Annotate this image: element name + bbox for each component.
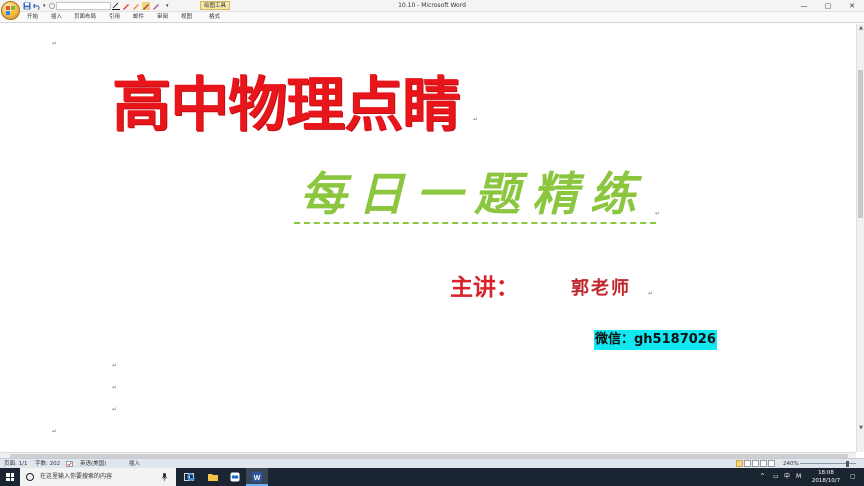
outline-view-icon[interactable] [760,460,767,467]
tab-review[interactable]: 审阅 [157,12,168,23]
app-icon [230,472,240,482]
taskbar-clock[interactable]: 18:08 2018/10/7 [806,469,846,485]
vertical-scroll-thumb[interactable] [858,70,863,218]
subtitle-underline [294,222,656,224]
close-button[interactable]: ✕ [840,0,864,12]
zoom-slider-thumb[interactable] [846,461,849,467]
subtitle-art-text[interactable]: 每日一题精练 [300,168,648,220]
pen-red-icon[interactable] [122,2,130,10]
paragraph-mark: ↵ [112,406,118,413]
pen-orange-icon[interactable] [132,2,140,10]
search-placeholder: 在这里输入你要搜索的内容 [40,473,113,480]
proofing-icon[interactable] [66,461,73,467]
line-color-icon[interactable] [112,2,120,10]
font-controls [56,1,111,10]
undo-dropdown-arrow[interactable]: ▾ [43,3,46,9]
title-bar: 10.10 - Microsoft Word ▾ ▾ 绘图工具 — ▢ ✕ [0,0,864,12]
view-buttons [736,460,775,468]
word-icon: W [252,472,262,482]
undo-icon[interactable] [33,2,41,10]
redo-icon[interactable] [48,2,56,10]
drawing-quick-tools: ▾ [112,1,169,10]
font-name-box[interactable] [56,1,111,10]
draft-view-icon[interactable] [768,460,775,467]
paragraph-mark: ↵ [648,290,654,297]
tray-mail-icon[interactable]: M [796,468,801,486]
tab-insert[interactable]: 插入 [51,12,62,23]
notification-center-icon[interactable]: ▢ [850,468,864,486]
pen-purple-icon[interactable] [152,2,160,10]
paragraph-mark: ↵ [655,210,661,217]
svg-text:W: W [254,475,261,482]
folder-icon [208,474,218,481]
edge-icon [187,473,195,481]
taskbar-word[interactable]: W [246,468,268,486]
minimize-button[interactable]: — [792,0,816,12]
lecturer-label[interactable]: 主讲： [450,275,519,301]
paragraph-mark: ↵ [52,40,58,47]
tab-page-layout[interactable]: 页面布局 [74,12,96,23]
office-logo-icon [6,6,15,15]
taskbar-file-explorer[interactable] [202,468,224,486]
paragraph-mark: ↵ [112,362,118,369]
drawing-tools-context-tab[interactable]: 绘图工具 [200,1,231,10]
main-title[interactable]: 高中物理点睛 [112,72,461,138]
tray-chevron-icon[interactable]: ^ [760,468,765,486]
tray-network-icon[interactable]: ▭ [773,468,779,486]
scroll-up-icon[interactable]: ▲ [857,24,864,32]
scroll-down-icon[interactable]: ▼ [857,424,864,432]
clock-time: 18:08 [818,470,834,476]
tray-ime[interactable]: 中 [784,468,790,486]
office-button[interactable] [1,1,20,20]
print-layout-view-icon[interactable] [736,460,743,467]
taskbar-app[interactable] [224,468,246,486]
tab-mailings[interactable]: 邮件 [133,12,144,23]
tab-format[interactable]: 格式 [209,12,220,23]
full-screen-view-icon[interactable] [744,460,751,467]
paragraph-mark: ↵ [711,340,717,347]
vertical-scrollbar[interactable]: ▲ ▼ [856,24,864,452]
paragraph-mark: ↵ [52,428,58,435]
tab-view[interactable]: 视图 [181,12,192,23]
save-icon[interactable] [23,2,31,10]
restore-button[interactable]: ▢ [816,0,840,12]
highlighter-icon[interactable] [142,1,150,10]
taskbar-edge[interactable] [180,468,202,486]
windows-taskbar: 在这里输入你要搜索的内容 W ^ ▭ 中 M 18:08 2018/10/7 ▢ [0,468,864,486]
tab-home[interactable]: 开始 [27,12,38,23]
paragraph-mark: ↵ [473,116,479,123]
taskbar-search-box[interactable]: 在这里输入你要搜索的内容 [20,468,176,486]
paragraph-mark: ↵ [112,384,118,391]
status-bar: 页面: 1/1 字数: 202 英语(美国) 插入 240% [0,458,864,468]
tab-references[interactable]: 引用 [109,12,120,23]
customize-quick-access[interactable]: ▾ [166,3,169,9]
ribbon-tab-bar: 开始 插入 页面布局 引用 邮件 审阅 视图 格式 [0,12,864,23]
wechat-id-highlight[interactable]: 微信：gh5187026 [594,330,717,350]
clock-date: 2018/10/7 [811,478,841,484]
windows-logo-icon [6,473,14,481]
web-layout-view-icon[interactable] [752,460,759,467]
quick-access-toolbar: ▾ [23,1,56,10]
microphone-icon[interactable] [162,473,167,481]
start-button[interactable] [0,468,20,486]
lecturer-name[interactable]: 郭老师 [571,279,631,299]
cortana-icon [26,473,34,481]
